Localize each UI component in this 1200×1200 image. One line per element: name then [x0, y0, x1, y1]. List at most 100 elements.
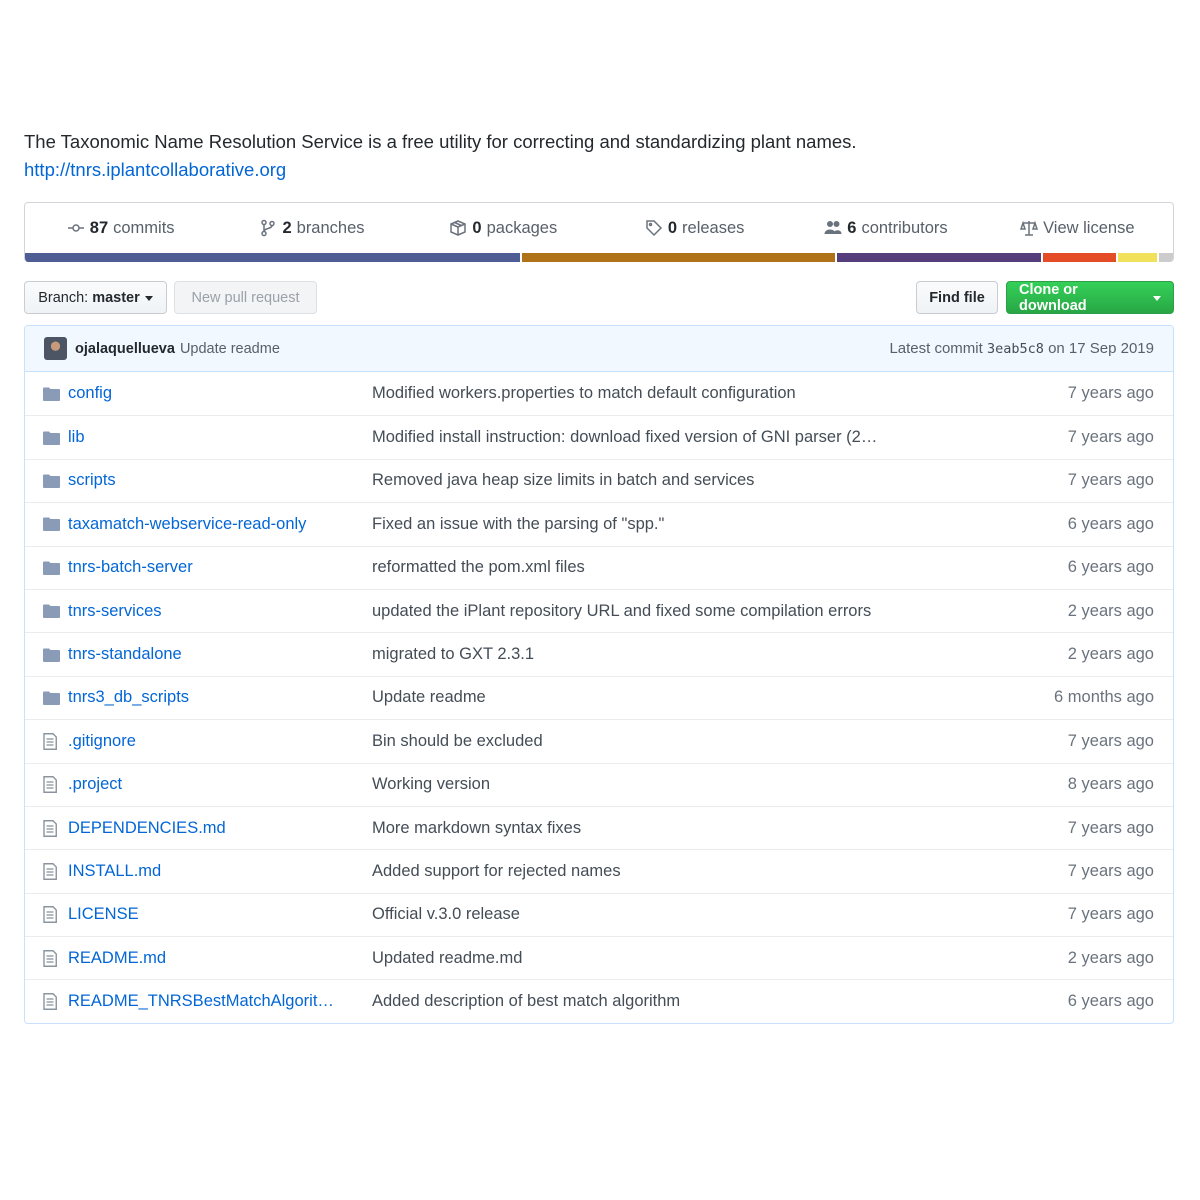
- file-row: DEPENDENCIES.md More markdown syntax fixe…: [25, 805, 1173, 849]
- file-row: INSTALL.md Added support for rejected nam…: [25, 849, 1173, 892]
- find-file-button[interactable]: Find file: [916, 281, 998, 314]
- releases-label: releases: [682, 218, 745, 237]
- commits-label: commits: [113, 218, 175, 237]
- language-segment[interactable]: [836, 253, 1044, 262]
- file-name-link[interactable]: .project: [68, 775, 372, 794]
- contributors-link[interactable]: 6 contributors: [790, 219, 981, 238]
- file-icon: [43, 906, 63, 924]
- file-row: scripts Removed java heap size limits in …: [25, 458, 1173, 502]
- file-name-link[interactable]: tnrs-standalone: [68, 645, 372, 664]
- commit-message-link[interactable]: updated the iPlant repository URL and fi…: [372, 602, 1013, 621]
- commit-message-link[interactable]: Fixed an issue with the parsing of "spp.…: [372, 515, 1013, 534]
- latest-commit-date: on 17 Sep 2019: [1048, 340, 1154, 357]
- file-row: lib Modified install instruction: downloa…: [25, 415, 1173, 458]
- commit-message-link[interactable]: Update readme: [180, 341, 280, 357]
- commit-age: 6 years ago: [1067, 558, 1154, 577]
- folder-icon: [43, 387, 63, 401]
- license-label: View license: [1043, 218, 1135, 237]
- releases-count: 0: [667, 218, 678, 237]
- commit-age: 7 years ago: [1067, 861, 1154, 880]
- commit-message-link[interactable]: Modified install instruction: download f…: [372, 428, 1013, 447]
- commit-age: 6 years ago: [1067, 514, 1154, 533]
- commit-age: 6 months ago: [1054, 688, 1154, 707]
- branch-icon: [261, 219, 276, 237]
- clone-label: Clone or download: [1019, 281, 1087, 314]
- folder-icon: [43, 431, 63, 445]
- file-name-link[interactable]: taxamatch-webservice-read-only: [68, 515, 372, 534]
- file-name-link[interactable]: INSTALL.md: [68, 862, 372, 881]
- commit-sha-link[interactable]: 3eab5c8: [987, 341, 1044, 357]
- commit-author-link[interactable]: ojalaquellueva: [75, 341, 175, 357]
- file-name-link[interactable]: README_TNRSBestMatchAlgorit…: [68, 992, 372, 1011]
- file-name-link[interactable]: LICENSE: [68, 905, 372, 924]
- file-row: tnrs-services updated the iPlant reposito…: [25, 588, 1173, 632]
- repo-description: The Taxonomic Name Resolution Service is…: [24, 131, 857, 152]
- file-name-link[interactable]: lib: [68, 428, 372, 447]
- file-row: .gitignore Bin should be excluded 7 years …: [25, 719, 1173, 762]
- file-row: taxamatch-webservice-read-only Fixed an i…: [25, 502, 1173, 545]
- commit-message-link[interactable]: Removed java heap size limits in batch a…: [372, 471, 1013, 490]
- people-icon: [824, 221, 842, 234]
- folder-icon: [43, 604, 63, 619]
- commit-message-link[interactable]: Updated readme.md: [372, 949, 1013, 968]
- language-bar[interactable]: [25, 253, 1173, 262]
- branch-name: master: [92, 289, 140, 306]
- commit-age: 2 years ago: [1067, 948, 1154, 967]
- commit-age: 7 years ago: [1067, 818, 1154, 837]
- commit-icon: [67, 224, 84, 232]
- folder-icon: [43, 561, 63, 575]
- branch-prefix: Branch:: [38, 289, 89, 306]
- license-link[interactable]: View license: [982, 219, 1173, 238]
- latest-commit-info: Latest commit 3eab5c8 on 17 Sep 2019: [889, 340, 1154, 357]
- language-segment[interactable]: [1117, 253, 1160, 262]
- file-name-link[interactable]: scripts: [68, 471, 372, 490]
- file-row: README_TNRSBestMatchAlgorit… Added descri…: [25, 979, 1173, 1022]
- new-pull-request-button[interactable]: New pull request: [174, 281, 317, 314]
- commit-message-link[interactable]: Added description of best match algorith…: [372, 992, 1013, 1011]
- commit-message-link[interactable]: Added support for rejected names: [372, 862, 1013, 881]
- commit-message-link[interactable]: More markdown syntax fixes: [372, 819, 1013, 838]
- file-browser: ojalaquellueva Update readme Latest comm…: [24, 325, 1174, 1024]
- language-segment[interactable]: [25, 253, 523, 262]
- commits-link[interactable]: 87 commits: [25, 219, 216, 238]
- caret-down-icon: [1153, 296, 1161, 301]
- commit-message-link[interactable]: Working version: [372, 775, 1013, 794]
- file-name-link[interactable]: tnrs3_db_scripts: [68, 688, 372, 707]
- language-segment[interactable]: [1159, 253, 1173, 262]
- file-name-link[interactable]: README.md: [68, 949, 372, 968]
- language-segment[interactable]: [522, 253, 837, 262]
- commit-message-link[interactable]: reformatted the pom.xml files: [372, 558, 1013, 577]
- file-row: LICENSE Official v.3.0 release 7 years ago: [25, 892, 1173, 936]
- file-name-link[interactable]: .gitignore: [68, 732, 372, 751]
- folder-icon: [43, 474, 63, 488]
- file-name-link[interactable]: config: [68, 384, 372, 403]
- language-segment[interactable]: [1043, 253, 1118, 262]
- file-row: tnrs3_db_scripts Update readme 6 months ag…: [25, 675, 1173, 719]
- commit-message-link[interactable]: Bin should be excluded: [372, 732, 1013, 751]
- file-icon: [43, 732, 63, 750]
- repo-homepage-link[interactable]: http://tnrs.iplantcollaborative.org: [24, 156, 286, 184]
- commits-count: 87: [89, 218, 109, 237]
- commit-message-link[interactable]: Modified workers.properties to match def…: [372, 384, 1013, 403]
- clone-or-download-button[interactable]: Clone or download: [1006, 281, 1174, 314]
- file-name-link[interactable]: tnrs-services: [68, 602, 372, 621]
- folder-icon: [43, 648, 63, 662]
- file-icon: [43, 863, 63, 880]
- file-name-link[interactable]: DEPENDENCIES.md: [68, 819, 372, 838]
- file-icon: [43, 819, 63, 837]
- branches-link[interactable]: 2 branches: [216, 219, 407, 238]
- file-list: config Modified workers.properties to mat…: [25, 372, 1173, 1023]
- branch-select-button[interactable]: Branch: master: [24, 281, 167, 314]
- releases-link[interactable]: 0 releases: [599, 219, 790, 238]
- file-icon: [43, 776, 63, 794]
- contributors-label: contributors: [861, 218, 948, 237]
- commit-message-link[interactable]: Update readme: [372, 688, 1013, 707]
- file-row: config Modified workers.properties to mat…: [25, 372, 1173, 415]
- packages-link[interactable]: 0 packages: [408, 219, 599, 238]
- commit-message-link[interactable]: migrated to GXT 2.3.1: [372, 645, 1013, 664]
- file-name-link[interactable]: tnrs-batch-server: [68, 558, 372, 577]
- branches-label: branches: [296, 218, 365, 237]
- tag-icon: [646, 220, 662, 237]
- avatar[interactable]: [44, 337, 67, 360]
- commit-message-link[interactable]: Official v.3.0 release: [372, 905, 1013, 924]
